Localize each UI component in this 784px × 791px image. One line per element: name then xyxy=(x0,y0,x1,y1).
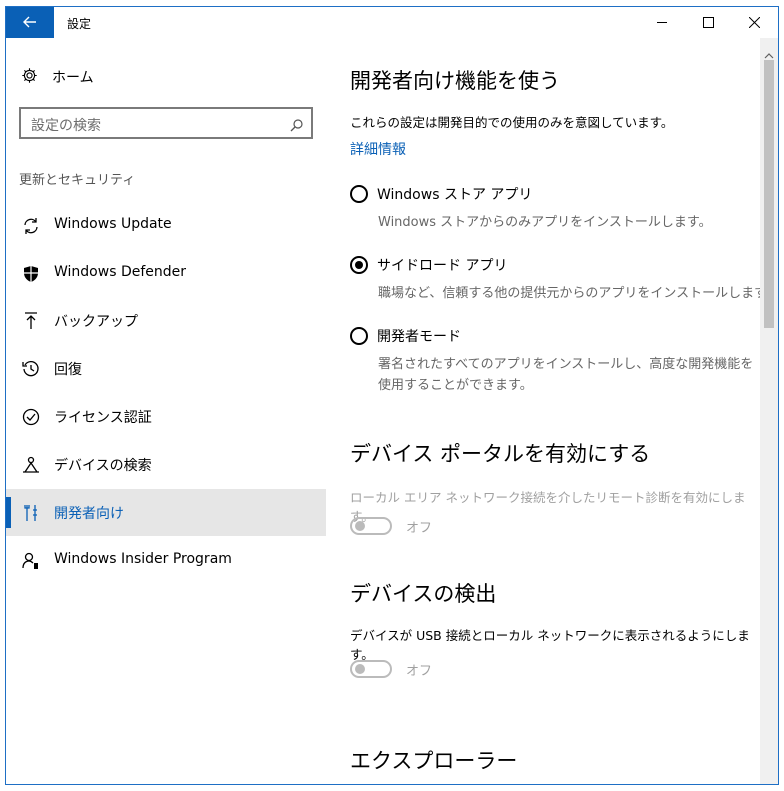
close-button[interactable] xyxy=(731,7,777,38)
radio-label: サイドロード アプリ xyxy=(377,258,508,274)
main-content: 開発者向け機能を使う これらの設定は開発目的での使用のみを意図しています。 詳細… xyxy=(326,38,778,784)
radio-description: Windows ストアからのみアプリをインストールします。 xyxy=(378,215,712,230)
section-label: 更新とセキュリティ xyxy=(19,173,136,188)
radio-button[interactable] xyxy=(350,185,368,203)
device-portal-toggle[interactable] xyxy=(350,517,392,535)
radio-button[interactable] xyxy=(350,256,368,274)
settings-window: 設定 ホーム 設定の検索 更新とセキュリティ Windows Update Wi… xyxy=(5,6,779,785)
search-input[interactable]: 設定の検索 xyxy=(19,107,313,139)
sidebar-item-label: Windows Defender xyxy=(54,264,187,280)
minimize-button[interactable] xyxy=(639,7,685,38)
explorer-heading: エクスプローラー xyxy=(350,749,518,773)
vertical-scrollbar[interactable] xyxy=(760,38,778,784)
radio-description: 職場など、信頼する他の提供元からのアプリをインストールします。 xyxy=(378,286,779,301)
sidebar-item-label: Windows Insider Program xyxy=(54,551,232,567)
radio-sideload-apps[interactable]: サイドロード アプリ xyxy=(350,255,507,275)
device-portal-toggle-label: オフ xyxy=(406,521,433,536)
sidebar-item-for-developers[interactable]: 開発者向け xyxy=(6,489,326,536)
sidebar-item-label: Windows Update xyxy=(54,216,172,232)
person-pin-icon xyxy=(21,455,41,475)
toggle-knob xyxy=(355,664,365,674)
radio-store-apps[interactable]: Windows ストア アプリ xyxy=(350,184,532,204)
close-icon xyxy=(748,13,760,32)
device-discovery-toggle[interactable] xyxy=(350,660,392,678)
shield-icon xyxy=(21,264,41,284)
sidebar-item-insider-program[interactable]: Windows Insider Program xyxy=(6,537,326,584)
search-placeholder: 設定の検索 xyxy=(31,118,101,134)
sidebar-item-label: 開発者向け xyxy=(54,506,124,522)
maximize-icon xyxy=(702,13,714,32)
device-discovery-toggle-label: オフ xyxy=(406,664,433,679)
developer-tools-icon xyxy=(21,503,41,523)
device-portal-heading: デバイス ポータルを有効にする xyxy=(350,442,651,466)
title-bar: 設定 xyxy=(6,7,778,38)
sidebar-item-label: バックアップ xyxy=(54,314,138,330)
sidebar-item-label: 回復 xyxy=(54,362,82,378)
sync-icon xyxy=(21,216,41,236)
toggle-knob xyxy=(355,521,365,531)
sidebar: ホーム 設定の検索 更新とセキュリティ Windows Update Windo… xyxy=(6,38,326,784)
history-icon xyxy=(21,359,41,379)
home-label: ホーム xyxy=(52,70,94,86)
check-circle-icon xyxy=(21,407,41,427)
radio-button[interactable] xyxy=(350,327,368,345)
device-discovery-description: デバイスが USB 接続とローカル ネットワークに表示されるようにします。 xyxy=(350,628,750,662)
selection-indicator xyxy=(6,497,11,528)
search-icon[interactable] xyxy=(290,117,303,136)
more-info-link[interactable]: 詳細情報 xyxy=(350,139,406,159)
page-title: 開発者向け機能を使う xyxy=(350,69,560,93)
upload-arrow-icon xyxy=(21,311,41,331)
radio-description: 署名されたすべてのアプリをインストールし、高度な開発機能を使用することができます… xyxy=(378,357,754,393)
sidebar-home[interactable]: ホーム xyxy=(21,65,94,89)
sidebar-item-windows-update[interactable]: Windows Update xyxy=(6,202,326,249)
sidebar-item-backup[interactable]: バックアップ xyxy=(6,297,326,344)
dev-description: これらの設定は開発目的での使用のみを意図しています。 xyxy=(350,115,674,130)
radio-label: Windows ストア アプリ xyxy=(377,187,533,203)
sidebar-item-label: ライセンス認証 xyxy=(54,410,152,426)
back-arrow-icon xyxy=(23,13,37,32)
device-discovery-heading: デバイスの検出 xyxy=(350,582,497,606)
scroll-thumb[interactable] xyxy=(764,60,774,328)
window-title: 設定 xyxy=(67,17,92,31)
back-button[interactable] xyxy=(6,7,54,38)
maximize-button[interactable] xyxy=(685,7,731,38)
gear-icon xyxy=(21,67,38,88)
sidebar-item-recovery[interactable]: 回復 xyxy=(6,345,326,392)
minimize-icon xyxy=(656,13,668,32)
sidebar-item-windows-defender[interactable]: Windows Defender xyxy=(6,250,326,297)
radio-label: 開発者モード xyxy=(377,329,461,345)
sidebar-item-find-device[interactable]: デバイスの検索 xyxy=(6,441,326,488)
sidebar-item-activation[interactable]: ライセンス認証 xyxy=(6,393,326,440)
radio-developer-mode[interactable]: 開発者モード xyxy=(350,326,461,346)
sidebar-item-label: デバイスの検索 xyxy=(54,458,152,474)
insider-person-icon xyxy=(21,551,41,571)
